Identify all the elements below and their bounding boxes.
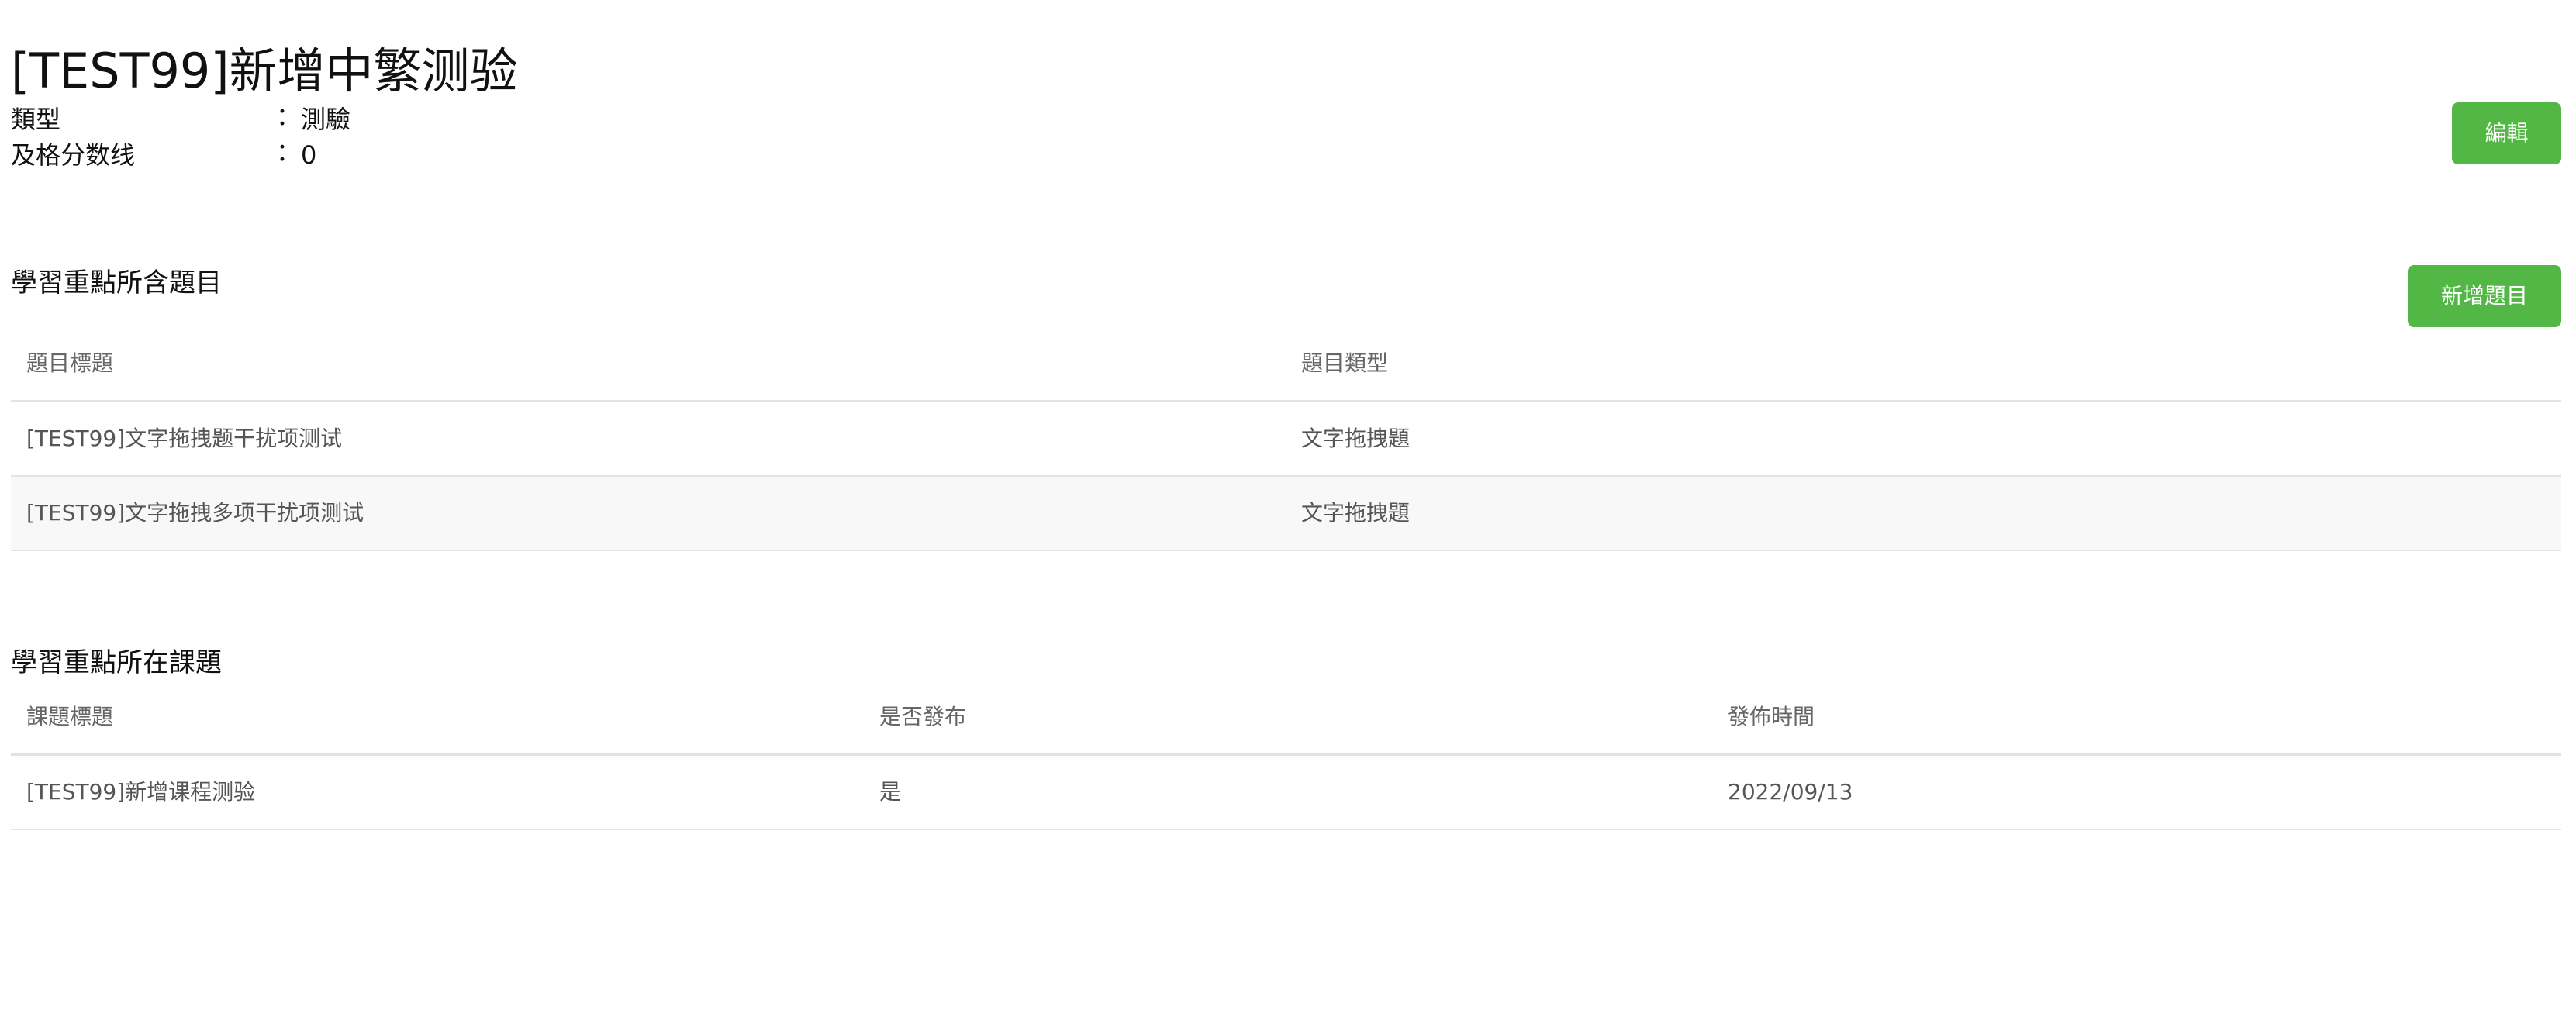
edit-button[interactable]: 編輯 [2452,102,2561,164]
add-question-button[interactable]: 新增題目 [2408,265,2561,327]
published-cell: 是 [879,779,902,805]
lesson-title-cell: [TEST99]新增课程测验 [26,779,256,805]
meta-value: 0 [301,140,317,170]
question-title-cell: [TEST99]文字拖拽多项干扰项测试 [26,500,364,526]
meta-colon: ： [276,137,302,167]
page-title: [TEST99]新增中繁测验 [11,43,518,99]
lessons-table: 課題標題 是否發布 發佈時間 [TEST99]新增课程测验 是 2022/09/… [11,681,2561,830]
question-type-cell: 文字拖拽題 [1301,426,1411,451]
table-header-row: 課題標題 是否發布 發佈時間 [11,681,2561,756]
question-type-cell: 文字拖拽題 [1301,500,1411,526]
lessons-section-title: 學習重點所在課題 [11,647,222,678]
questions-table: 題目標題 題目類型 [TEST99]文字拖拽题干扰项测试 文字拖拽題 [TEST… [11,327,2561,551]
column-header[interactable]: 課題標題 [26,681,113,753]
page: [TEST99]新增中繁测验 類型 ： 測驗 及格分数线 ： 0 編輯 學習重點… [0,0,2576,1031]
column-header[interactable]: 題目標題 [26,327,113,400]
question-title-cell: [TEST99]文字拖拽题干扰项测试 [26,426,343,451]
table-row[interactable]: [TEST99]文字拖拽多项干扰项测试 文字拖拽題 [11,477,2561,551]
table-row[interactable]: [TEST99]新增课程测验 是 2022/09/13 [11,756,2561,830]
meta-value: 測驗 [301,105,351,134]
publish-date-cell: 2022/09/13 [1728,779,1853,805]
meta-colon: ： [276,102,302,131]
questions-section-title: 學習重點所含題目 [11,267,222,298]
meta-label: 及格分数线 [11,140,136,170]
meta-label: 類型 [11,105,61,134]
table-row[interactable]: [TEST99]文字拖拽题干扰项测试 文字拖拽題 [11,402,2561,477]
table-header-row: 題目標題 題目類型 [11,327,2561,402]
column-header[interactable]: 發佈時間 [1728,681,1815,753]
column-header[interactable]: 是否發布 [879,681,966,753]
column-header[interactable]: 題目類型 [1301,327,1388,400]
